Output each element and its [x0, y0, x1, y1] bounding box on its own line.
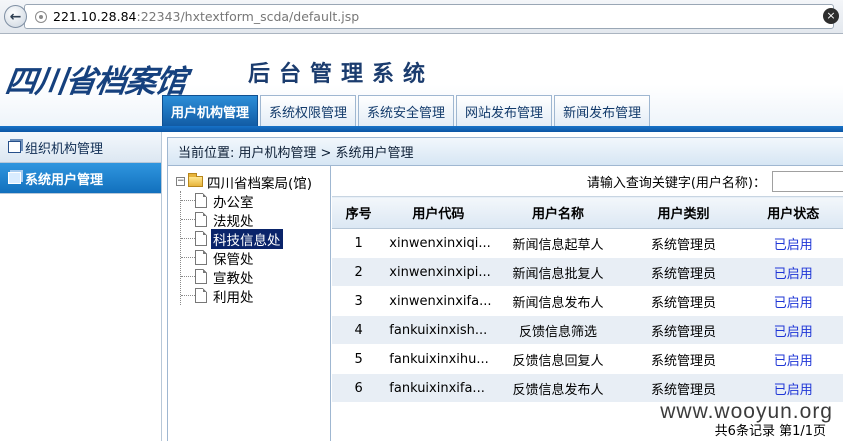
url-host: 221.10.28.84: [53, 9, 137, 24]
sidebar-item[interactable]: 组织机构管理: [0, 132, 161, 163]
system-title: 后台管理系统: [248, 62, 435, 87]
document-icon: [195, 231, 207, 246]
tree-node[interactable]: 科技信息处: [181, 228, 330, 249]
nav-tab[interactable]: 新闻发布管理: [554, 95, 651, 127]
nav-tab[interactable]: 系统安全管理: [358, 95, 455, 127]
tree-node-label[interactable]: 办公室: [211, 191, 256, 211]
url-path: :22343/hxtextform_scda/default.jsp: [136, 9, 360, 24]
folder-icon: [188, 173, 203, 187]
tree-root-label[interactable]: 四川省档案局(馆): [207, 172, 312, 192]
nav-tab[interactable]: 系统权限管理: [260, 95, 357, 127]
tree-node-label[interactable]: 宣教处: [211, 267, 256, 287]
cell-user-status[interactable]: 已启用: [742, 344, 843, 374]
cell-index: 1: [332, 228, 386, 258]
search-input[interactable]: [772, 170, 843, 192]
close-icon[interactable]: ×: [823, 8, 839, 24]
column-header: 用户状态: [742, 196, 843, 229]
tree-node-label[interactable]: 利用处: [211, 286, 256, 306]
cell-user-name: 反馈信息筛选: [491, 315, 625, 345]
document-icon: [195, 269, 207, 284]
browser-address-bar: 221.10.28.84:22343/hxtextform_scda/defau…: [0, 0, 843, 34]
column-header: 用户类别: [624, 196, 743, 229]
table-row[interactable]: 1 xinwenxinxiqi... 新闻信息起草人 系统管理员 已启用: [332, 228, 843, 258]
cell-user-status[interactable]: 已启用: [742, 257, 843, 287]
tree-node-label[interactable]: 法规处: [211, 210, 256, 230]
cell-user-type: 系统管理员: [624, 286, 743, 316]
cell-user-type: 系统管理员: [624, 373, 743, 403]
cell-user-type: 系统管理员: [624, 344, 743, 374]
cell-user-name: 反馈信息发布人: [491, 373, 625, 403]
cell-user-code: fankuixinxihu...: [385, 344, 492, 374]
cell-user-status[interactable]: 已启用: [742, 373, 843, 403]
document-icon: [195, 193, 207, 208]
table-header-row: 序号 用户代码 用户名称 用户类别 用户状态: [332, 196, 843, 229]
table-row[interactable]: 3 xinwenxinxifa... 新闻信息发布人 系统管理员 已启用: [332, 286, 843, 316]
table-row[interactable]: 2 xinwenxinxipi... 新闻信息批复人 系统管理员 已启用: [332, 257, 843, 287]
cell-user-name: 反馈信息回复人: [491, 344, 625, 374]
tree-children: 办公室 法规处 科技信息处 保管处 宣教处 利用处: [180, 191, 330, 306]
cell-index: 3: [332, 286, 386, 316]
cell-user-name: 新闻信息发布人: [491, 286, 625, 316]
breadcrumb: 当前位置: 用户机构管理 > 系统用户管理: [168, 138, 843, 166]
cell-user-name: 新闻信息批复人: [491, 257, 625, 287]
cell-index: 5: [332, 344, 386, 374]
tree-node[interactable]: 利用处: [181, 286, 330, 306]
app-header: 四川省档案馆 后台管理系统 用户机构管理 系统权限管理 系统安全管理 网站发布管理 新闻…: [0, 34, 843, 127]
table-row[interactable]: 5 fankuixinxihu... 反馈信息回复人 系统管理员 已启用: [332, 344, 843, 374]
cell-user-code: xinwenxinxiqi...: [385, 228, 492, 258]
watermark: www.wooyun.org: [660, 400, 833, 423]
sidebar-item[interactable]: 系统用户管理: [0, 163, 161, 194]
cell-user-code: fankuixinxish...: [385, 315, 492, 345]
document-icon: [195, 288, 207, 303]
column-header: 序号: [332, 196, 386, 229]
column-header: 用户名称: [491, 196, 625, 229]
cell-index: 2: [332, 257, 386, 287]
tree-node[interactable]: 保管处: [181, 248, 330, 268]
tree-node[interactable]: 办公室: [181, 191, 330, 211]
nav-tab[interactable]: 用户机构管理: [162, 95, 259, 127]
cell-user-type: 系统管理员: [624, 315, 743, 345]
nav-tab[interactable]: 网站发布管理: [456, 95, 553, 127]
table-body: 1 xinwenxinxiqi... 新闻信息起草人 系统管理员 已启用 2 xinwenx…: [332, 228, 843, 403]
sidebar-item-label: 系统用户管理: [25, 172, 104, 188]
document-icon: [195, 212, 207, 227]
cell-user-type: 系统管理员: [624, 228, 743, 258]
cell-user-status[interactable]: 已启用: [742, 228, 843, 258]
search-label: 请输入查询关键字(用户名称)：: [586, 175, 766, 191]
org-tree: − 四川省档案局(馆) 办公室 法规处 科技信息处 保管处 宣教处 利用处: [168, 166, 331, 441]
sidebar: 组织机构管理 系统用户管理: [0, 132, 162, 441]
tree-node[interactable]: 法规处: [181, 210, 330, 230]
breadcrumb-path: 用户机构管理 > 系统用户管理: [238, 146, 414, 161]
back-icon[interactable]: ←: [4, 5, 27, 28]
cell-user-name: 新闻信息起草人: [491, 228, 625, 258]
sidebar-item-label: 组织机构管理: [25, 141, 104, 157]
cell-index: 6: [332, 373, 386, 403]
table-row[interactable]: 6 fankuixinxifa... 反馈信息发布人 系统管理员 已启用: [332, 373, 843, 403]
search-bar: 请输入查询关键字(用户名称)：: [332, 166, 843, 196]
main-nav: 用户机构管理 系统权限管理 系统安全管理 网站发布管理 新闻发布管理: [162, 95, 651, 127]
tree-node[interactable]: 宣教处: [181, 267, 330, 287]
document-icon: [195, 250, 207, 265]
table-row[interactable]: 4 fankuixinxish... 反馈信息筛选 系统管理员 已启用: [332, 315, 843, 345]
cell-index: 4: [332, 315, 386, 345]
column-header: 用户代码: [385, 196, 492, 229]
page-icon: [35, 10, 47, 23]
tree-root[interactable]: − 四川省档案局(馆): [168, 172, 330, 192]
tree-node-label[interactable]: 保管处: [211, 248, 256, 268]
cell-user-status[interactable]: 已启用: [742, 286, 843, 316]
cell-user-code: xinwenxinxifa...: [385, 286, 492, 316]
window-icon: [8, 172, 21, 184]
cell-user-code: xinwenxinxipi...: [385, 257, 492, 287]
cell-user-type: 系统管理员: [624, 257, 743, 287]
user-table: 序号 用户代码 用户名称 用户类别 用户状态 1 xinwenxinxiqi... 新闻信息…: [332, 196, 843, 403]
breadcrumb-prefix: 当前位置:: [178, 146, 235, 161]
collapse-icon[interactable]: −: [176, 177, 185, 186]
tree-node-label[interactable]: 科技信息处: [211, 228, 283, 249]
window-icon: [8, 141, 21, 153]
url-field[interactable]: 221.10.28.84:22343/hxtextform_scda/defau…: [24, 4, 834, 29]
main-panel: 当前位置: 用户机构管理 > 系统用户管理 − 四川省档案局(馆) 办公室 法规处…: [167, 137, 843, 441]
cell-user-status[interactable]: 已启用: [742, 315, 843, 345]
cell-user-code: fankuixinxifa...: [385, 373, 492, 403]
